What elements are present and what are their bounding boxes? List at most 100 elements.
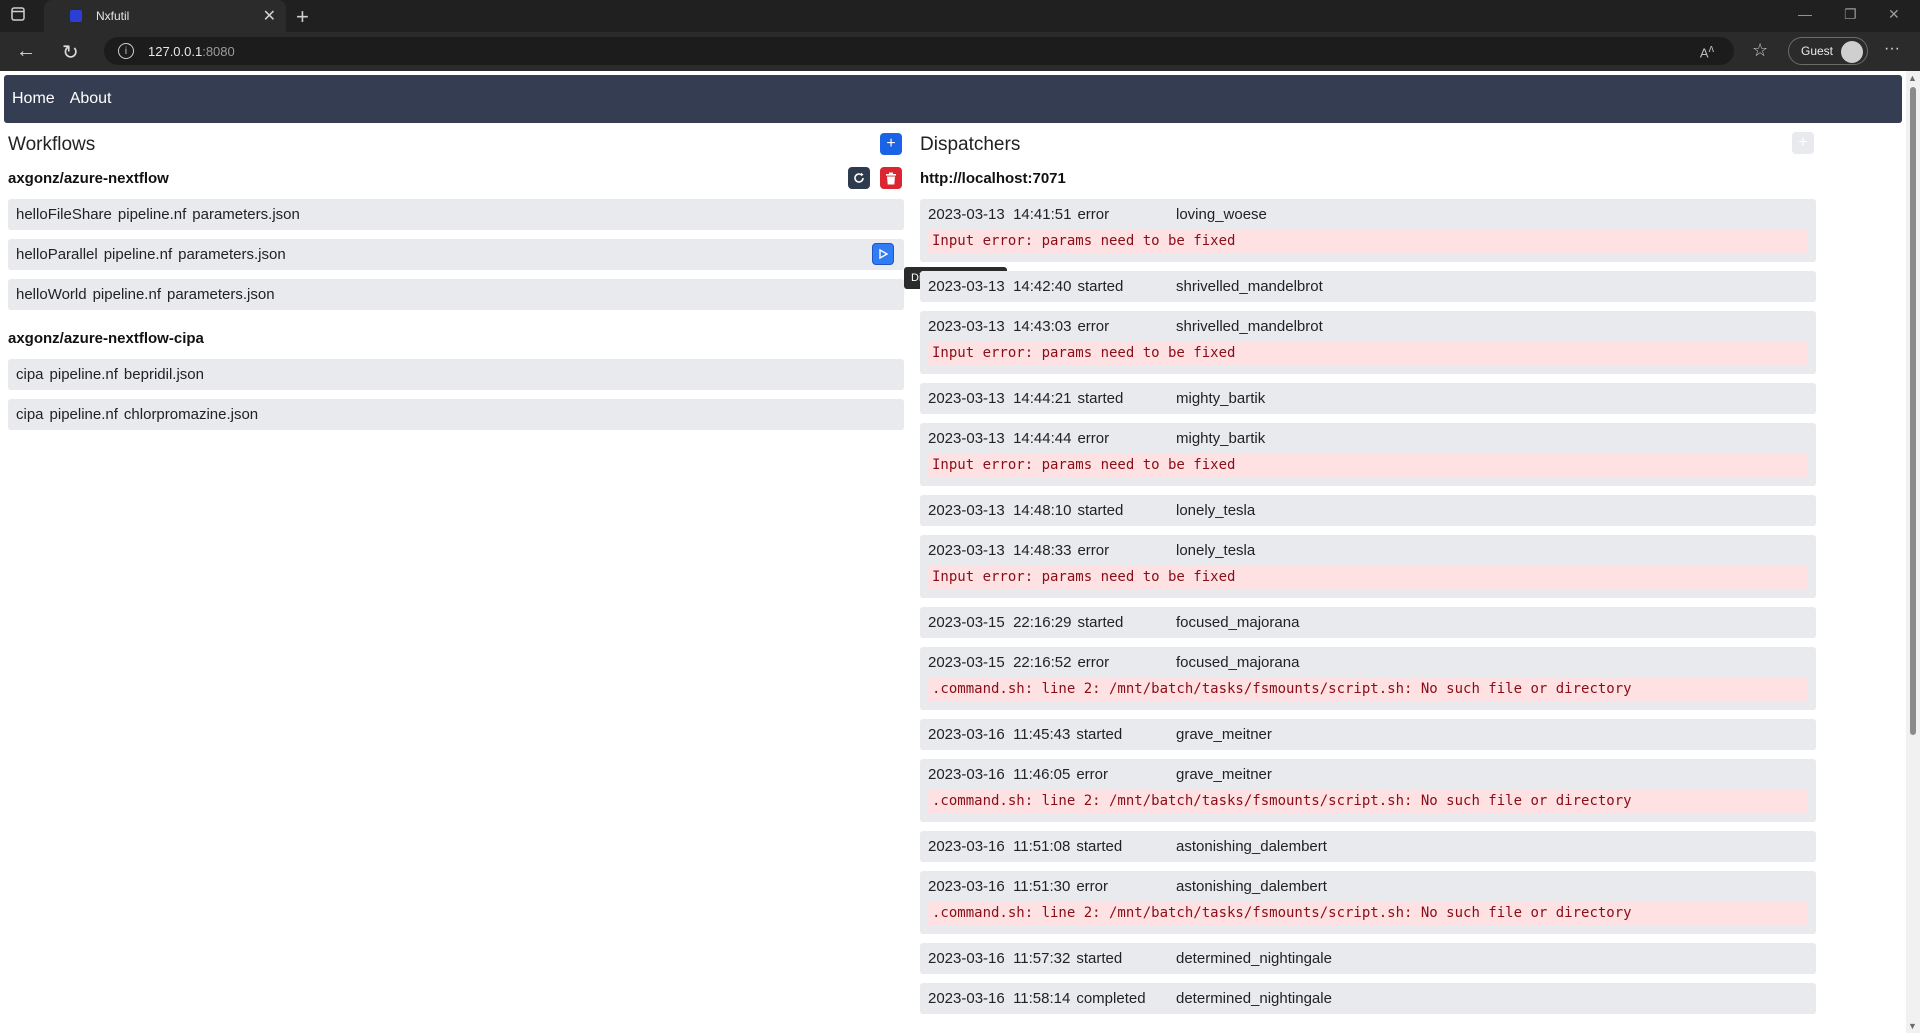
dispatch-workflow-button[interactable] <box>872 243 894 265</box>
event-status: error <box>1077 542 1110 559</box>
event-line: 2023-03-13 14:48:10 started lonely_tesla <box>920 495 1816 526</box>
event-run-name: grave_meitner <box>1176 726 1272 743</box>
site-info-icon[interactable]: i <box>118 43 134 59</box>
event-status: completed <box>1076 990 1146 1007</box>
dispatch-event: 2023-03-16 11:57:32 started determined_nig… <box>920 943 1816 974</box>
favorites-icon[interactable]: ☆ <box>1752 40 1768 61</box>
event-status: started <box>1077 502 1124 519</box>
tab-actions-icon[interactable] <box>10 6 36 26</box>
address-bar[interactable]: i 127.0.0.1 :8080 Aʌ <box>104 37 1734 65</box>
tab-title: Nxfutil <box>96 9 130 23</box>
page-content: Home About Workflows + axgonz/azure-next… <box>0 71 1906 1033</box>
workflow-row[interactable]: helloParallel pipeline.nf parameters.jso… <box>8 239 904 270</box>
delete-repo-button[interactable] <box>880 167 902 189</box>
dispatch-event: 2023-03-13 14:44:21 started mighty_bartik <box>920 383 1816 414</box>
browser-toolbar: ← ↻ i 127.0.0.1 :8080 Aʌ <box>0 32 1920 71</box>
event-timestamp-status: 2023-03-13 14:44:44 error <box>928 430 1176 447</box>
profile-button[interactable]: Guest <box>1788 37 1868 65</box>
event-timestamp-status: 2023-03-15 22:16:29 started <box>928 614 1176 631</box>
event-run-name: determined_nightingale <box>1176 950 1332 967</box>
event-timestamp: 2023-03-16 11:58:14 <box>928 990 1071 1007</box>
event-status: error <box>1077 654 1110 671</box>
reload-icon[interactable]: ↻ <box>62 40 79 65</box>
event-line: 2023-03-16 11:58:14 completed determined_n… <box>920 983 1816 1014</box>
workflow-name: helloFileShare <box>16 206 112 223</box>
avatar-icon <box>1841 41 1863 63</box>
event-status: started <box>1077 278 1124 295</box>
nav-home-link[interactable]: Home <box>12 90 55 108</box>
dispatch-event: 2023-03-13 14:43:03 error shrivelled_mande… <box>920 311 1816 374</box>
scrollbar-thumb[interactable] <box>1910 87 1916 735</box>
event-line: 2023-03-13 14:41:51 error loving_woese <box>920 199 1816 230</box>
dispatchers-title: Dispatchers <box>920 134 1021 155</box>
repo-title: axgonz/azure-nextflow <box>8 170 169 187</box>
read-aloud-icon[interactable]: Aʌ <box>1700 43 1714 60</box>
scroll-up-icon[interactable]: ▲ <box>1908 73 1917 83</box>
event-run-name: astonishing_dalembert <box>1176 838 1327 855</box>
url-port: :8080 <box>202 43 235 59</box>
event-timestamp: 2023-03-16 11:51:30 <box>928 878 1071 895</box>
new-tab-icon[interactable]: + <box>296 4 309 30</box>
event-error-message: Input error: params need to be fixed <box>928 342 1808 365</box>
page-scrollbar[interactable]: ▲ ▼ <box>1906 71 1920 1033</box>
event-timestamp-status: 2023-03-13 14:44:21 started <box>928 390 1176 407</box>
workflow-pipeline: pipeline.nf <box>117 206 187 223</box>
close-window-icon[interactable]: ✕ <box>1888 6 1900 23</box>
event-line: 2023-03-15 22:16:52 error focused_majorana <box>920 647 1816 678</box>
close-tab-icon[interactable]: ✕ <box>263 6 276 26</box>
event-timestamp: 2023-03-16 11:46:05 <box>928 766 1071 783</box>
dispatch-event: 2023-03-16 11:46:05 error grave_meitner .co… <box>920 759 1816 822</box>
event-timestamp-status: 2023-03-15 22:16:52 error <box>928 654 1176 671</box>
event-line: 2023-03-16 11:57:32 started determined_nig… <box>920 943 1816 974</box>
workflow-row[interactable]: helloWorld pipeline.nf parameters.json <box>8 279 904 310</box>
add-workflow-button[interactable]: + <box>880 133 902 155</box>
workflow-pipeline: pipeline.nf <box>103 246 173 263</box>
browser-tab[interactable]: Nxfutil ✕ <box>44 0 286 32</box>
dispatch-event: 2023-03-13 14:41:51 error loving_woese Inpu… <box>920 199 1816 262</box>
plus-icon: + <box>886 135 896 152</box>
workflow-params: parameters.json <box>192 206 300 223</box>
event-run-name: mighty_bartik <box>1176 430 1266 447</box>
event-line: 2023-03-16 11:51:08 started astonishing_da… <box>920 831 1816 862</box>
top-navbar: Home About <box>4 75 1902 123</box>
event-status: error <box>1077 206 1110 223</box>
event-line: 2023-03-16 11:45:43 started grave_meitner <box>920 719 1816 750</box>
refresh-repo-button[interactable] <box>848 167 870 189</box>
workflow-name: cipa <box>16 406 44 423</box>
event-run-name: mighty_bartik <box>1176 390 1266 407</box>
dispatcher-host: http://localhost:7071 <box>920 170 1066 187</box>
workflow-row[interactable]: helloFileShare pipeline.nf parameters.js… <box>8 199 904 230</box>
dispatch-event: 2023-03-16 11:51:08 started astonishing_da… <box>920 831 1816 862</box>
more-options-icon[interactable]: ··· <box>1884 40 1900 58</box>
event-run-name: lonely_tesla <box>1176 502 1256 519</box>
event-timestamp: 2023-03-13 14:48:10 <box>928 502 1072 519</box>
event-line: 2023-03-13 14:44:44 error mighty_bartik <box>920 423 1816 454</box>
event-timestamp-status: 2023-03-13 14:48:10 started <box>928 502 1176 519</box>
event-timestamp: 2023-03-15 22:16:29 <box>928 614 1072 631</box>
nav-about-link[interactable]: About <box>70 90 112 108</box>
dispatch-event: 2023-03-15 22:16:29 started focused_majora… <box>920 607 1816 638</box>
event-status: error <box>1076 766 1109 783</box>
event-status: started <box>1076 838 1123 855</box>
event-timestamp-status: 2023-03-16 11:51:30 error <box>928 878 1176 895</box>
event-timestamp: 2023-03-13 14:44:21 <box>928 390 1072 407</box>
event-timestamp-status: 2023-03-16 11:58:14 completed <box>928 990 1176 1007</box>
refresh-icon <box>854 172 864 183</box>
scroll-down-icon[interactable]: ▼ <box>1908 1021 1917 1031</box>
event-timestamp-status: 2023-03-16 11:51:08 started <box>928 838 1176 855</box>
event-timestamp: 2023-03-16 11:57:32 <box>928 950 1071 967</box>
workflow-row[interactable]: cipa pipeline.nf bepridil.json <box>8 359 904 390</box>
event-status: error <box>1077 430 1110 447</box>
restore-icon[interactable]: ❐ <box>1844 6 1857 23</box>
event-timestamp-status: 2023-03-16 11:46:05 error <box>928 766 1176 783</box>
event-timestamp-status: 2023-03-13 14:42:40 started <box>928 278 1176 295</box>
add-dispatcher-button[interactable]: + <box>1792 132 1814 154</box>
back-icon[interactable]: ← <box>16 40 36 63</box>
event-timestamp-status: 2023-03-13 14:48:33 error <box>928 542 1176 559</box>
event-timestamp: 2023-03-15 22:16:52 <box>928 654 1072 671</box>
event-timestamp: 2023-03-13 14:44:44 <box>928 430 1072 447</box>
event-timestamp-status: 2023-03-16 11:57:32 started <box>928 950 1176 967</box>
minimize-icon[interactable]: — <box>1798 6 1812 22</box>
workflow-row[interactable]: cipa pipeline.nf chlorpromazine.json <box>8 399 904 430</box>
dispatch-event: 2023-03-15 22:16:52 error focused_majorana… <box>920 647 1816 710</box>
